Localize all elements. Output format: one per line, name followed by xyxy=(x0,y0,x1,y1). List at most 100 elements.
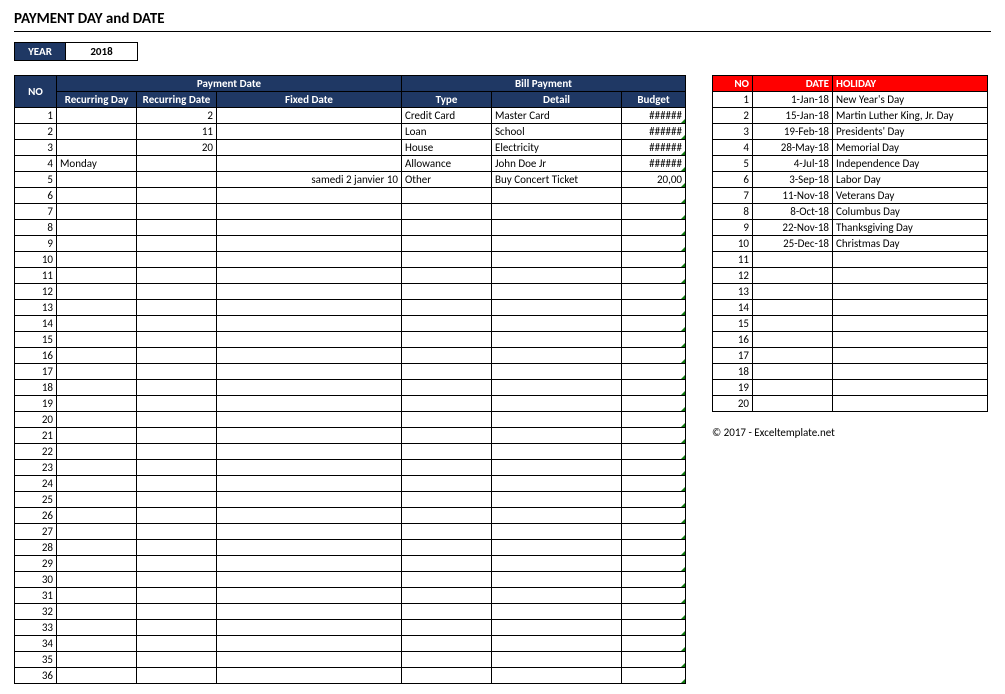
recurring-day-cell[interactable] xyxy=(57,252,137,268)
holiday-name-cell[interactable] xyxy=(833,316,988,332)
recurring-day-cell[interactable] xyxy=(57,300,137,316)
fixed-date-cell[interactable] xyxy=(217,572,402,588)
type-cell[interactable] xyxy=(402,508,492,524)
holiday-name-cell[interactable]: New Year's Day xyxy=(833,92,988,108)
detail-cell[interactable] xyxy=(492,572,622,588)
recurring-day-cell[interactable] xyxy=(57,620,137,636)
recurring-date-cell[interactable] xyxy=(137,396,217,412)
fixed-date-cell[interactable] xyxy=(217,364,402,380)
holiday-date-cell[interactable] xyxy=(753,300,833,316)
no-cell[interactable]: 24 xyxy=(15,476,57,492)
recurring-date-cell[interactable] xyxy=(137,604,217,620)
fixed-date-cell[interactable] xyxy=(217,188,402,204)
no-cell[interactable]: 10 xyxy=(15,252,57,268)
holiday-name-cell[interactable] xyxy=(833,364,988,380)
recurring-day-cell[interactable] xyxy=(57,444,137,460)
recurring-date-cell[interactable] xyxy=(137,364,217,380)
budget-cell[interactable] xyxy=(622,300,686,316)
budget-cell[interactable] xyxy=(622,572,686,588)
budget-cell[interactable] xyxy=(622,604,686,620)
holiday-date-cell[interactable]: 4-Jul-18 xyxy=(753,156,833,172)
holiday-no-cell[interactable]: 11 xyxy=(713,252,753,268)
fixed-date-cell[interactable] xyxy=(217,428,402,444)
detail-cell[interactable] xyxy=(492,316,622,332)
budget-cell[interactable] xyxy=(622,220,686,236)
no-cell[interactable]: 35 xyxy=(15,652,57,668)
holiday-date-cell[interactable]: 1-Jan-18 xyxy=(753,92,833,108)
recurring-day-cell[interactable] xyxy=(57,348,137,364)
holiday-name-cell[interactable]: Labor Day xyxy=(833,172,988,188)
type-cell[interactable] xyxy=(402,620,492,636)
holiday-date-cell[interactable] xyxy=(753,396,833,412)
detail-cell[interactable] xyxy=(492,364,622,380)
holiday-date-cell[interactable]: 19-Feb-18 xyxy=(753,124,833,140)
fixed-date-cell[interactable] xyxy=(217,300,402,316)
budget-cell[interactable] xyxy=(622,668,686,684)
type-cell[interactable] xyxy=(402,380,492,396)
detail-cell[interactable]: Electricity xyxy=(492,140,622,156)
fixed-date-cell[interactable] xyxy=(217,332,402,348)
holiday-no-cell[interactable]: 3 xyxy=(713,124,753,140)
type-cell[interactable] xyxy=(402,220,492,236)
recurring-date-cell[interactable] xyxy=(137,524,217,540)
holiday-no-cell[interactable]: 1 xyxy=(713,92,753,108)
recurring-day-cell[interactable] xyxy=(57,316,137,332)
recurring-day-cell[interactable] xyxy=(57,140,137,156)
budget-cell[interactable] xyxy=(622,476,686,492)
fixed-date-cell[interactable] xyxy=(217,124,402,140)
type-cell[interactable] xyxy=(402,636,492,652)
recurring-day-cell[interactable] xyxy=(57,108,137,124)
holiday-no-cell[interactable]: 2 xyxy=(713,108,753,124)
fixed-date-cell[interactable] xyxy=(217,204,402,220)
budget-cell[interactable] xyxy=(622,252,686,268)
type-cell[interactable] xyxy=(402,476,492,492)
fixed-date-cell[interactable] xyxy=(217,268,402,284)
holiday-name-cell[interactable]: Presidents' Day xyxy=(833,124,988,140)
no-cell[interactable]: 8 xyxy=(15,220,57,236)
recurring-day-cell[interactable] xyxy=(57,428,137,444)
no-cell[interactable]: 25 xyxy=(15,492,57,508)
no-cell[interactable]: 33 xyxy=(15,620,57,636)
type-cell[interactable] xyxy=(402,524,492,540)
fixed-date-cell[interactable] xyxy=(217,220,402,236)
holiday-no-cell[interactable]: 17 xyxy=(713,348,753,364)
detail-cell[interactable] xyxy=(492,636,622,652)
holiday-date-cell[interactable] xyxy=(753,252,833,268)
recurring-date-cell[interactable]: 11 xyxy=(137,124,217,140)
no-cell[interactable]: 26 xyxy=(15,508,57,524)
holiday-date-cell[interactable] xyxy=(753,332,833,348)
holiday-name-cell[interactable]: Thanksgiving Day xyxy=(833,220,988,236)
recurring-day-cell[interactable] xyxy=(57,204,137,220)
detail-cell[interactable] xyxy=(492,604,622,620)
type-cell[interactable] xyxy=(402,236,492,252)
detail-cell[interactable] xyxy=(492,380,622,396)
budget-cell[interactable] xyxy=(622,236,686,252)
recurring-date-cell[interactable] xyxy=(137,300,217,316)
detail-cell[interactable] xyxy=(492,428,622,444)
recurring-day-cell[interactable] xyxy=(57,476,137,492)
fixed-date-cell[interactable] xyxy=(217,316,402,332)
fixed-date-cell[interactable] xyxy=(217,668,402,684)
budget-cell[interactable]: 20,00 xyxy=(622,172,686,188)
holiday-name-cell[interactable]: Martin Luther King, Jr. Day xyxy=(833,108,988,124)
no-cell[interactable]: 30 xyxy=(15,572,57,588)
recurring-date-cell[interactable] xyxy=(137,332,217,348)
holiday-no-cell[interactable]: 7 xyxy=(713,188,753,204)
fixed-date-cell[interactable] xyxy=(217,540,402,556)
budget-cell[interactable]: ###### xyxy=(622,156,686,172)
type-cell[interactable] xyxy=(402,460,492,476)
type-cell[interactable] xyxy=(402,492,492,508)
fixed-date-cell[interactable] xyxy=(217,444,402,460)
no-cell[interactable]: 13 xyxy=(15,300,57,316)
budget-cell[interactable] xyxy=(622,364,686,380)
type-cell[interactable]: Credit Card xyxy=(402,108,492,124)
no-cell[interactable]: 29 xyxy=(15,556,57,572)
no-cell[interactable]: 36 xyxy=(15,668,57,684)
holiday-date-cell[interactable]: 15-Jan-18 xyxy=(753,108,833,124)
type-cell[interactable] xyxy=(402,396,492,412)
recurring-day-cell[interactable] xyxy=(57,540,137,556)
fixed-date-cell[interactable] xyxy=(217,284,402,300)
recurring-day-cell[interactable] xyxy=(57,364,137,380)
recurring-day-cell[interactable] xyxy=(57,124,137,140)
fixed-date-cell[interactable] xyxy=(217,252,402,268)
